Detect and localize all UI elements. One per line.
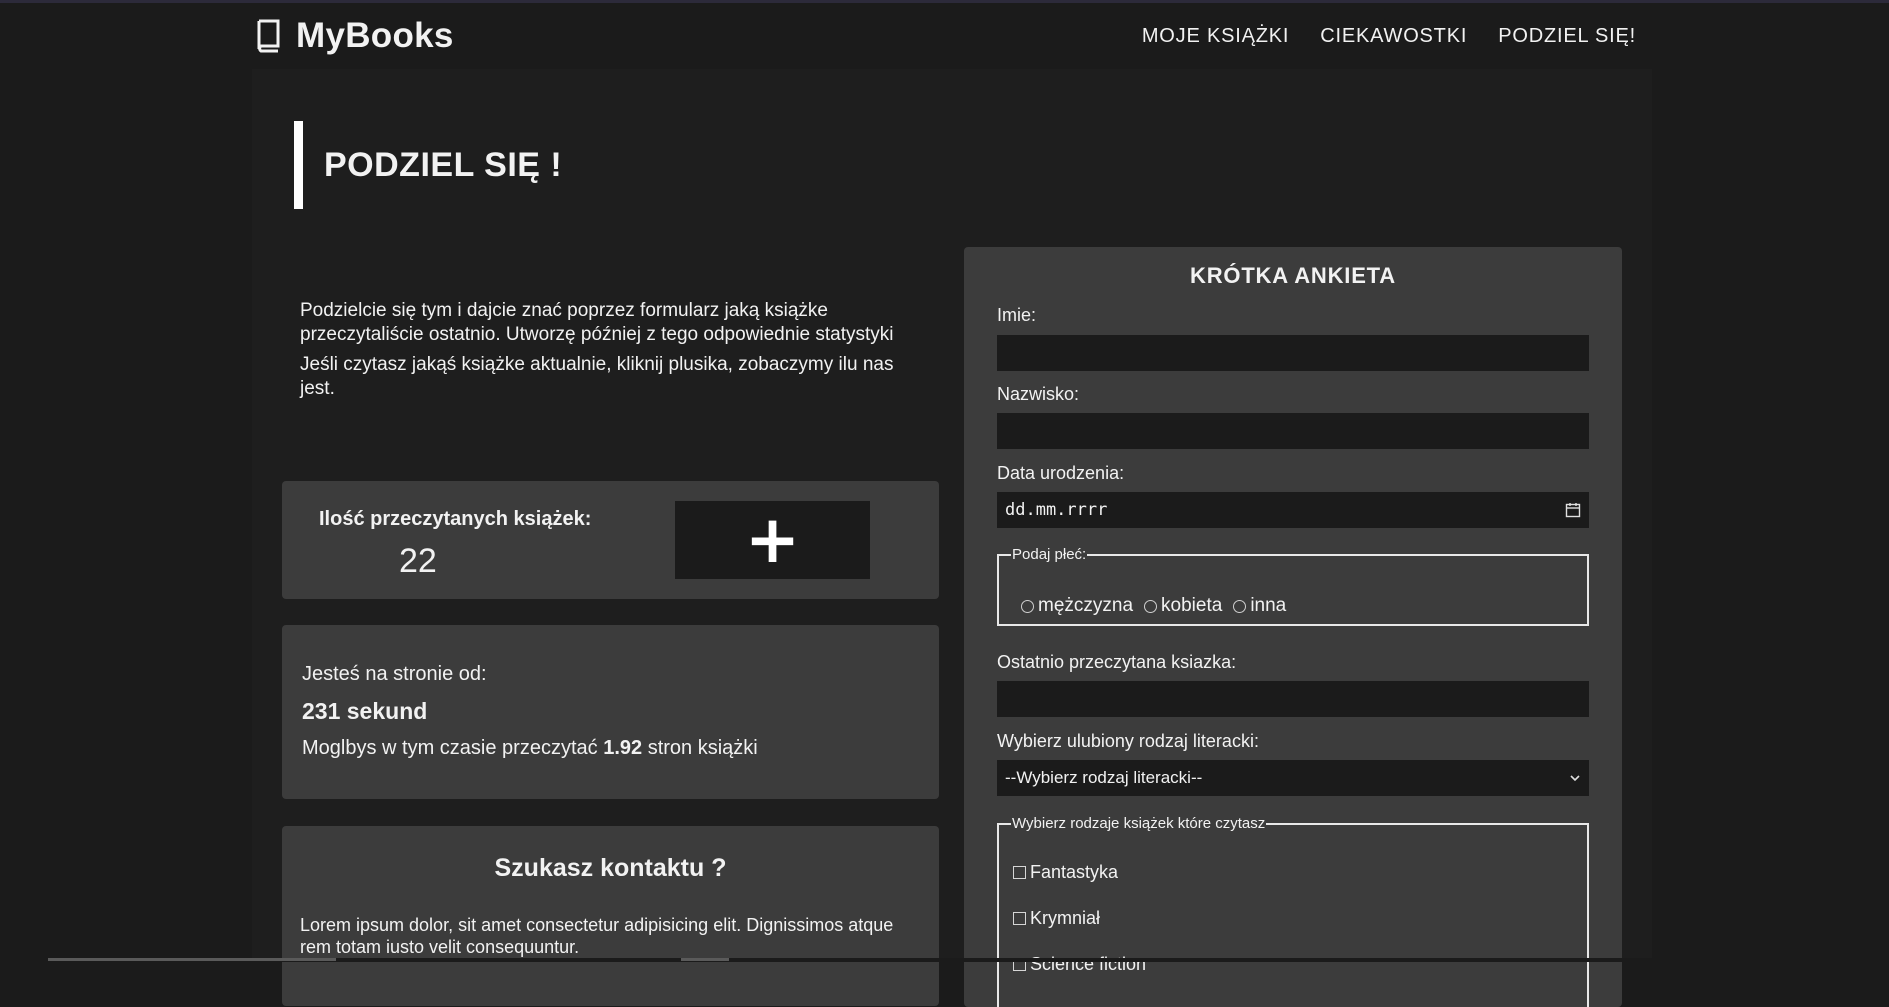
- gender-options: mężczyzna kobieta inna: [1021, 595, 1297, 617]
- page-container: MyBooks MOJE KSIĄŻKI CIEKAWOSTKI PODZIEL…: [252, 3, 1652, 1007]
- nav-podziel-sie[interactable]: PODZIEL SIĘ!: [1498, 25, 1636, 48]
- brand[interactable]: MyBooks: [252, 16, 454, 56]
- add-reader-button[interactable]: +: [675, 501, 870, 579]
- counter-value: 22: [399, 542, 437, 580]
- survey-form: KRÓTKA ANKIETA Imie: Nazwisko: Data urod…: [964, 247, 1622, 1007]
- gender-fieldset: Podaj płeć: mężczyzna kobieta inna: [997, 546, 1589, 626]
- genre-label: Wybierz ulubiony rodzaj literacki:: [997, 731, 1259, 751]
- scrollbar-thumb[interactable]: [48, 958, 336, 961]
- counter-label: Ilość przeczytanych książek:: [319, 508, 592, 530]
- checkbox-fantasy[interactable]: [1013, 866, 1026, 879]
- radio-male[interactable]: [1021, 599, 1034, 613]
- birth-date-placeholder: dd.mm.rrrr: [1005, 500, 1108, 520]
- time-on-page-card: Jesteś na stronie od: 231 sekund Moglbys…: [282, 625, 939, 799]
- genre-selected-value: --Wybierz rodzaj literacki--: [1005, 768, 1203, 787]
- pages-value: 1.92: [603, 737, 643, 759]
- first-name-input[interactable]: [997, 335, 1589, 371]
- main-panel: PODZIEL SIĘ ! Podzielcie się tym i dajci…: [252, 69, 1652, 1007]
- page-title-block: PODZIEL SIĘ !: [294, 121, 562, 209]
- nav-ciekawostki[interactable]: CIEKAWOSTKI: [1320, 25, 1467, 48]
- birth-date-input[interactable]: dd.mm.rrrr: [997, 492, 1589, 528]
- chevron-down-icon: [1570, 775, 1580, 782]
- type-option-crime[interactable]: Krymniał: [1013, 908, 1100, 929]
- book-types-legend: Wybierz rodzaje książek które czytasz: [1012, 815, 1266, 832]
- last-name-label: Nazwisko:: [997, 384, 1080, 404]
- reading-counter-card: Ilość przeczytanych książek: 22 +: [282, 481, 939, 599]
- last-book-label: Ostatnio przeczytana ksiazka:: [997, 652, 1237, 672]
- book-types-fieldset: Wybierz rodzaje książek które czytasz Fa…: [997, 815, 1589, 1007]
- gender-option-female[interactable]: kobieta: [1144, 595, 1222, 617]
- type-crime-label: Krymniał: [1030, 908, 1101, 928]
- type-option-fantasy[interactable]: Fantastyka: [1013, 862, 1118, 883]
- last-book-input[interactable]: [997, 681, 1589, 717]
- contact-card: Szukasz kontaktu ? Lorem ipsum dolor, si…: [282, 826, 939, 1006]
- gender-male-label: mężczyzna: [1038, 595, 1134, 616]
- contact-text: Lorem ipsum dolor, sit amet consectetur …: [300, 915, 894, 957]
- survey-title: KRÓTKA ANKIETA: [1190, 263, 1396, 288]
- time-note-after: stron książki: [647, 737, 758, 759]
- radio-other[interactable]: [1233, 599, 1247, 613]
- contact-title: Szukasz kontaktu ?: [494, 854, 727, 882]
- time-note: Moglbys w tym czasie przeczytać 1.92 str…: [302, 737, 939, 760]
- last-name-input[interactable]: [997, 413, 1589, 449]
- time-value: 231 sekund: [302, 698, 428, 724]
- type-fantasy-label: Fantastyka: [1030, 862, 1119, 882]
- gender-legend: Podaj płeć:: [1012, 546, 1087, 563]
- calendar-icon[interactable]: [1565, 502, 1581, 518]
- first-name-label: Imie:: [997, 305, 1037, 325]
- intro-paragraph-2: Jeśli czytasz jakąś książke aktualnie, k…: [300, 354, 894, 399]
- time-label: Jesteś na stronie od:: [302, 663, 487, 685]
- gender-option-male[interactable]: mężczyzna: [1021, 595, 1133, 617]
- radio-female[interactable]: [1144, 599, 1158, 613]
- main-nav: MOJE KSIĄŻKI CIEKAWOSTKI PODZIEL SIĘ!: [1142, 25, 1652, 48]
- book-icon: [257, 19, 280, 53]
- scrollbar-thumb-secondary[interactable]: [681, 958, 729, 961]
- intro-paragraph-1: Podzielcie się tym i dajcie znać poprzez…: [300, 300, 894, 345]
- gender-other-label: inna: [1250, 595, 1287, 616]
- checkbox-crime[interactable]: [1013, 912, 1026, 925]
- birth-date-label: Data urodzenia:: [997, 463, 1125, 483]
- time-note-before: Moglbys w tym czasie przeczytać: [302, 737, 598, 759]
- gender-female-label: kobieta: [1161, 595, 1223, 616]
- genre-select[interactable]: --Wybierz rodzaj literacki--: [997, 760, 1589, 796]
- page-title: PODZIEL SIĘ !: [324, 145, 563, 184]
- gender-option-other[interactable]: inna: [1233, 595, 1286, 617]
- navbar: MyBooks MOJE KSIĄŻKI CIEKAWOSTKI PODZIEL…: [252, 3, 1652, 69]
- brand-name: MyBooks: [296, 16, 454, 55]
- nav-moje-ksiazki[interactable]: MOJE KSIĄŻKI: [1142, 25, 1289, 48]
- intro-text: Podzielcie się tym i dajcie znać poprzez…: [300, 299, 900, 407]
